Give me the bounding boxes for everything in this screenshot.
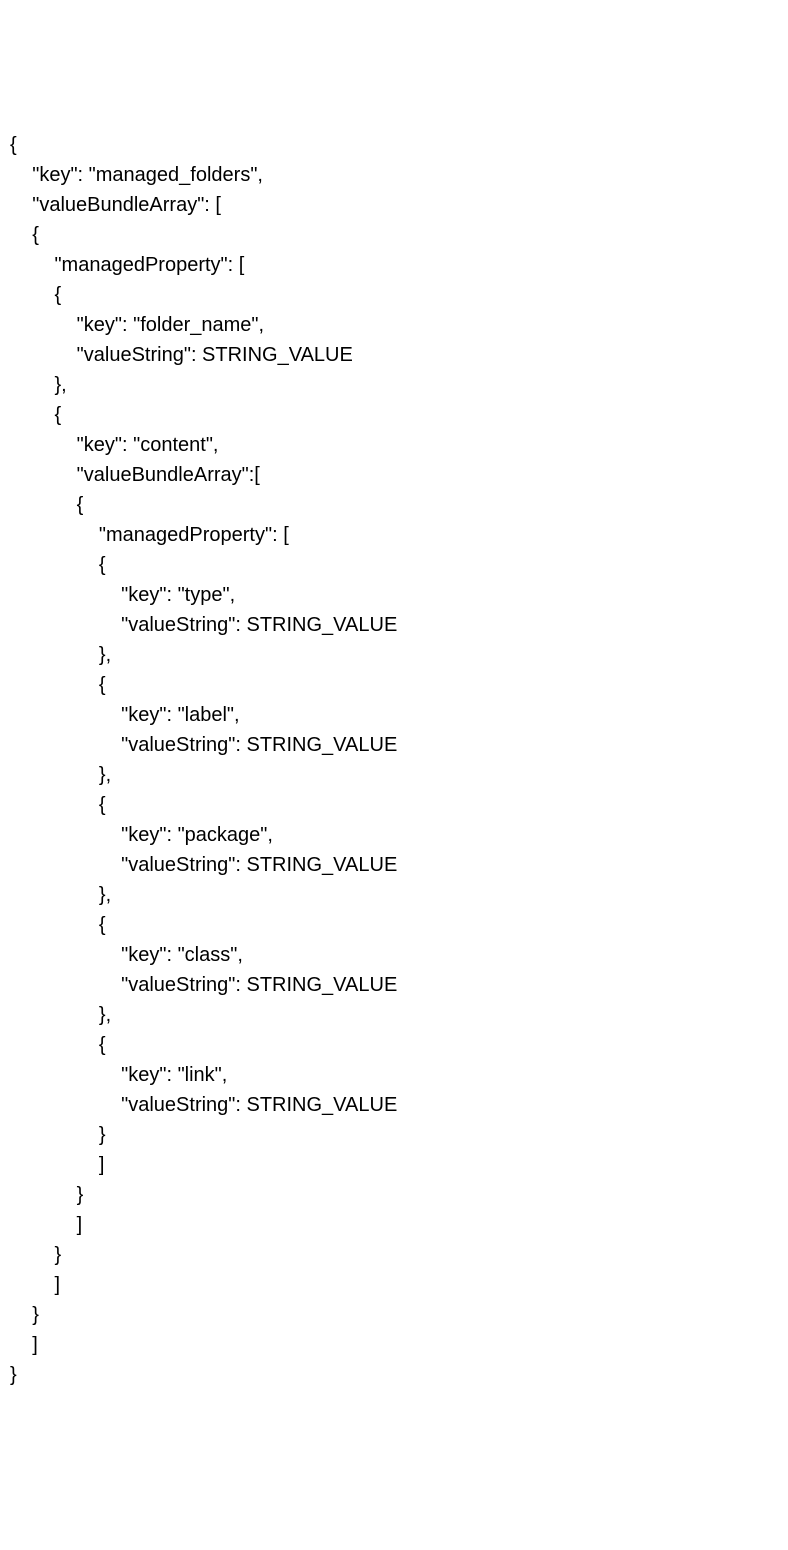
code-block: { "key": "managed_folders", "valueBundle… <box>10 130 778 1390</box>
